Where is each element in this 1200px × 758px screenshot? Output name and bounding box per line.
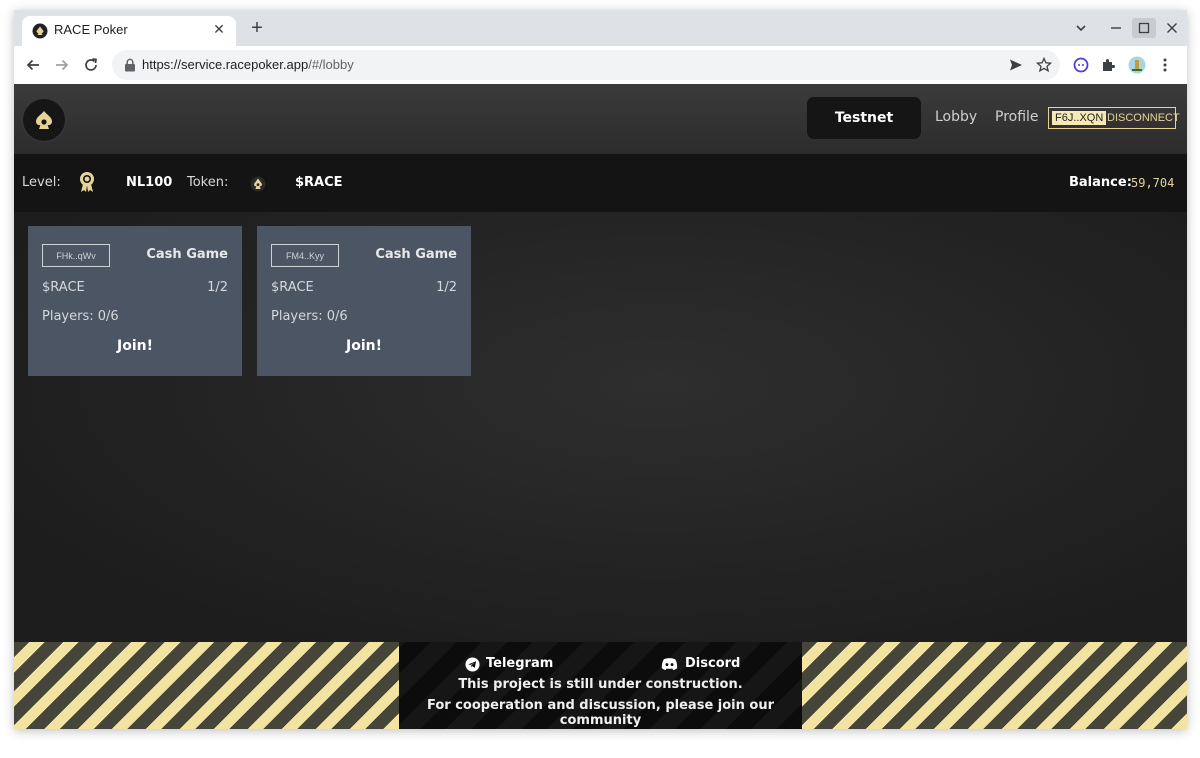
game-token: $RACE [42, 280, 85, 295]
footer-notice: Telegram Discord This project is still u… [399, 642, 802, 729]
game-card[interactable]: FM4..Kyy Cash Game $RACE 1/2 Players: 0/… [257, 226, 471, 376]
level-value: NL100 [126, 175, 173, 190]
join-button[interactable]: Join! [257, 338, 471, 354]
send-icon[interactable] [1006, 55, 1026, 75]
nav-profile-link[interactable]: Profile [995, 109, 1039, 125]
url-text: https://service.racepoker.app/#/lobby [142, 57, 354, 72]
hazard-stripes-left [14, 642, 399, 729]
level-label: Level: [22, 175, 61, 190]
telegram-label: Telegram [486, 656, 554, 671]
race-poker-favicon-icon [32, 23, 48, 39]
token-value: $RACE [295, 175, 343, 190]
wallet-widget[interactable]: F6J..XQN DISCONNECT [1048, 107, 1180, 129]
join-button[interactable]: Join! [28, 338, 242, 354]
game-blinds: 1/2 [207, 280, 228, 295]
construction-footer: Telegram Discord This project is still u… [14, 642, 1187, 729]
info-bar: Level: NL100 Token: $RACE Balance: 59,70… [14, 154, 1187, 212]
game-type: Cash Game [375, 247, 457, 262]
token-label: Token: [187, 175, 229, 190]
balance-label: Balance: [1069, 175, 1132, 190]
disconnect-button[interactable]: DISCONNECT [1107, 111, 1180, 125]
reload-icon[interactable] [80, 54, 102, 76]
nav-lobby-link[interactable]: Lobby [935, 109, 977, 125]
construction-notice: This project is still under construction… [458, 677, 743, 692]
game-card[interactable]: FHk..qWv Cash Game $RACE 1/2 Players: 0/… [28, 226, 242, 376]
game-type: Cash Game [146, 247, 228, 262]
game-players: Players: 0/6 [42, 309, 119, 324]
tab-close-icon[interactable]: ✕ [210, 20, 228, 40]
tab-title: RACE Poker [54, 22, 128, 37]
tab-search-chevron-icon[interactable] [1069, 18, 1093, 38]
testnet-button[interactable]: Testnet [807, 97, 921, 139]
app-header: Testnet Lobby Profile F6J..XQN DISCONNEC… [14, 84, 1187, 154]
maximize-icon[interactable] [1132, 18, 1156, 38]
wallet-address: F6J..XQN [1052, 111, 1107, 125]
level-medal-icon [80, 172, 94, 192]
game-id-badge: FM4..Kyy [271, 244, 339, 267]
lock-icon [125, 58, 135, 72]
extensions-puzzle-icon[interactable] [1098, 54, 1120, 76]
race-token-icon [250, 176, 266, 192]
app-root: Testnet Lobby Profile F6J..XQN DISCONNEC… [14, 84, 1187, 729]
url-path: /#/lobby [308, 57, 354, 72]
telegram-icon [465, 657, 480, 672]
new-tab-button[interactable]: + [246, 18, 268, 40]
close-window-icon[interactable] [1160, 18, 1184, 38]
race-poker-logo-icon[interactable] [22, 98, 66, 142]
address-bar[interactable]: https://service.racepoker.app/#/lobby [112, 50, 1060, 80]
game-token: $RACE [271, 280, 314, 295]
balance-value: 59,704 [1131, 176, 1175, 190]
lobby-content: FHk..qWv Cash Game $RACE 1/2 Players: 0/… [14, 212, 1187, 642]
tab-strip: RACE Poker ✕ + [14, 10, 1187, 46]
extension-icon[interactable] [1070, 54, 1092, 76]
profile-avatar-icon[interactable] [1126, 54, 1148, 76]
browser-toolbar: https://service.racepoker.app/#/lobby [14, 46, 1187, 85]
bookmark-star-icon[interactable] [1034, 55, 1054, 75]
game-id-badge: FHk..qWv [42, 244, 110, 267]
discord-icon [661, 658, 678, 671]
game-blinds: 1/2 [436, 280, 457, 295]
browser-window: RACE Poker ✕ + https://service.racepoker… [14, 10, 1187, 729]
url-host: https://service.racepoker.app [142, 57, 309, 72]
back-arrow-icon[interactable] [22, 54, 44, 76]
hazard-stripes-right [802, 642, 1187, 729]
browser-menu-icon[interactable] [1154, 54, 1176, 76]
discord-label: Discord [685, 656, 741, 671]
community-notice: For cooperation and discussion, please j… [426, 698, 775, 728]
browser-tab[interactable]: RACE Poker ✕ [22, 16, 236, 46]
game-players: Players: 0/6 [271, 309, 348, 324]
minimize-icon[interactable] [1104, 18, 1128, 38]
forward-arrow-icon[interactable] [51, 54, 73, 76]
